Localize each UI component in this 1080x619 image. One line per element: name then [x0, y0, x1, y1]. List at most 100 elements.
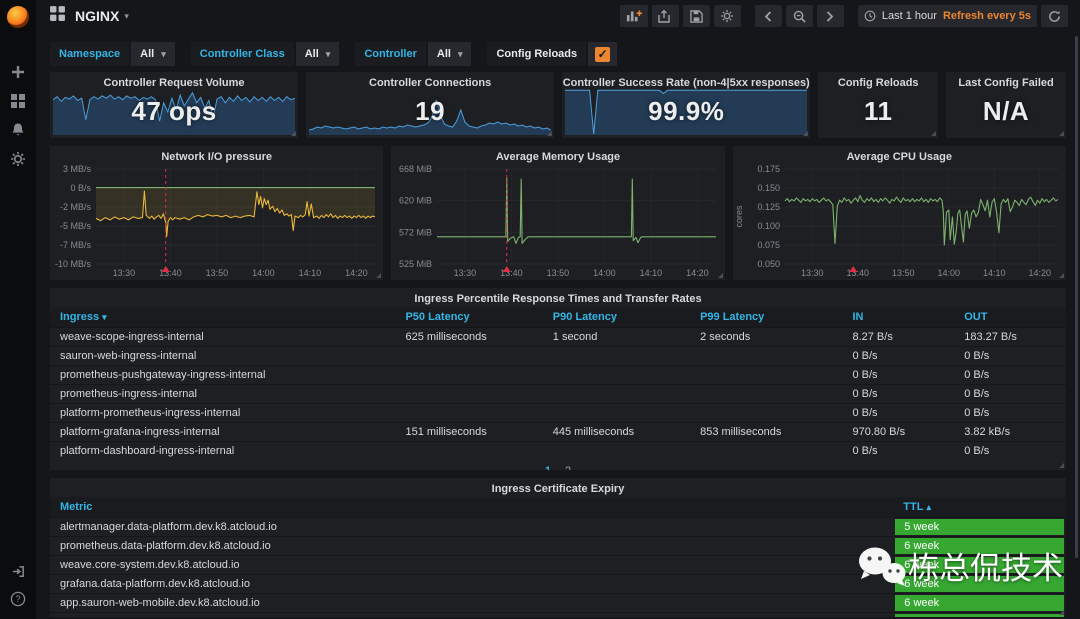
question-glyph: ?: [15, 594, 20, 604]
panel-average-memory-usage[interactable]: Average Memory Usage 13:3013:4013:5014:0…: [391, 146, 724, 280]
wechat-icon: [856, 544, 908, 588]
table-cell: 970.80 B/s: [842, 423, 954, 442]
time-back-button[interactable]: [755, 5, 782, 27]
panel-network-io-pressure[interactable]: Network I/O pressure 13:3013:4013:5014:0…: [50, 146, 383, 280]
table-cell: [690, 366, 842, 385]
dashboard-title[interactable]: NGINX: [75, 8, 119, 24]
panel-title[interactable]: Config Reloads: [818, 72, 938, 89]
add-panel-button[interactable]: [620, 5, 648, 27]
table-cell: prometheus-ingress-internal: [50, 385, 395, 404]
table1-row: Ingress Percentile Response Times and Tr…: [50, 288, 1066, 470]
column-header-p50[interactable]: P50 Latency: [395, 307, 542, 328]
ttl-badge: 6 week: [895, 614, 1064, 617]
table-cell: platform-prometheus-ingress-internal: [50, 404, 395, 423]
settings-gear-icon[interactable]: [10, 151, 26, 167]
refresh-button[interactable]: [1041, 5, 1068, 27]
table-cell: [690, 347, 842, 366]
panel-title[interactable]: Network I/O pressure: [50, 146, 383, 163]
save-dashboard-button[interactable]: [683, 5, 710, 27]
variable-controller-class[interactable]: Controller Class All▾: [191, 42, 340, 66]
svg-text:13:40: 13:40: [500, 268, 523, 278]
panel-title[interactable]: Controller Request Volume: [50, 72, 298, 89]
dashboard-grid-icon[interactable]: [49, 5, 66, 27]
zoom-out-button[interactable]: [786, 5, 813, 27]
panel-average-cpu-usage[interactable]: Average CPU Usage 13:3013:4013:5014:0014…: [733, 146, 1066, 280]
svg-text:14:10: 14:10: [299, 268, 322, 278]
column-header-p90[interactable]: P90 Latency: [543, 307, 690, 328]
column-header-metric[interactable]: Metric: [50, 497, 893, 518]
share-dashboard-button[interactable]: [652, 5, 679, 27]
svg-text:13:40: 13:40: [846, 268, 869, 278]
sign-in-icon[interactable]: [11, 564, 26, 579]
network-io-chart[interactable]: 13:3013:4013:5014:0014:1014:203 MB/s0 B/…: [50, 163, 383, 280]
page-scrollbar[interactable]: [1075, 36, 1078, 558]
variable-controller[interactable]: Controller All▾: [355, 42, 471, 66]
panel-title[interactable]: Last Config Failed: [946, 72, 1066, 89]
stat-value: 47 ops: [50, 96, 298, 127]
variable-controller-class-value[interactable]: All▾: [296, 42, 340, 66]
panel-title[interactable]: Controller Success Rate (non-4|5xx respo…: [562, 72, 810, 89]
page-1-button[interactable]: 1: [545, 465, 551, 470]
table-cell: 0 B/s: [842, 366, 954, 385]
table-cell: 0 B/s: [954, 404, 1066, 423]
panel-title[interactable]: Average Memory Usage: [391, 146, 724, 163]
table-cell: 0 B/s: [842, 442, 954, 461]
cpu-usage-chart[interactable]: 13:3013:4013:5014:0014:1014:200.1750.150…: [733, 163, 1066, 280]
panel-config-reloads[interactable]: Config Reloads 11: [818, 72, 938, 138]
caret-down-icon[interactable]: ▾: [124, 11, 129, 22]
table-cell: 0 B/s: [842, 385, 954, 404]
panel-title[interactable]: Ingress Certificate Expiry: [50, 478, 1066, 495]
panel-ingress-percentile-table[interactable]: Ingress Percentile Response Times and Tr…: [50, 288, 1066, 470]
time-range-picker[interactable]: Last 1 hour Refresh every 5s: [858, 5, 1037, 27]
table-cell: 0 B/s: [954, 366, 1066, 385]
table-cell: platform-dashboard-ingress-internal: [50, 442, 395, 461]
watermark: 栋总侃技术: [856, 543, 1063, 588]
variable-namespace[interactable]: Namespace All▾: [50, 42, 175, 66]
column-header-out[interactable]: OUT: [954, 307, 1066, 328]
svg-text:0.075: 0.075: [757, 240, 780, 250]
time-forward-button[interactable]: [817, 5, 844, 27]
variable-controller-class-label: Controller Class: [191, 42, 294, 66]
svg-text:620 MiB: 620 MiB: [399, 196, 432, 206]
dashboard-variables-row: Namespace All▾ Controller Class All▾ Con…: [36, 32, 1080, 68]
plus-icon[interactable]: [10, 64, 26, 80]
table-cell: [543, 347, 690, 366]
dashboard-settings-button[interactable]: [714, 5, 741, 27]
panel-title[interactable]: Controller Connections: [306, 72, 554, 89]
config-reloads-checkbox[interactable]: ✓: [588, 42, 617, 66]
panel-last-config-failed[interactable]: Last Config Failed N/A: [946, 72, 1066, 138]
variable-controller-value[interactable]: All▾: [428, 42, 472, 66]
table-cell: 8.27 B/s: [842, 328, 954, 347]
table-row: platform-grafana-ingress-internal151 mil…: [50, 423, 1066, 442]
column-header-p99[interactable]: P99 Latency: [690, 307, 842, 328]
table-cell: [543, 442, 690, 461]
svg-text:14:00: 14:00: [937, 268, 960, 278]
table-cell: [395, 347, 542, 366]
caret-down-icon: ▾: [161, 49, 166, 60]
svg-text:668 MiB: 668 MiB: [399, 164, 432, 174]
panel-controller-success-rate[interactable]: Controller Success Rate (non-4|5xx respo…: [562, 72, 810, 138]
grafana-logo[interactable]: [7, 6, 29, 28]
panel-title[interactable]: Average CPU Usage: [733, 146, 1066, 163]
panel-controller-connections[interactable]: Controller Connections 19: [306, 72, 554, 138]
svg-text:14:10: 14:10: [640, 268, 663, 278]
table-row: weave-scope-ingress-internal625 millisec…: [50, 328, 1066, 347]
table-cell: 0 B/s: [842, 347, 954, 366]
panel-controller-request-volume[interactable]: Controller Request Volume 47 ops: [50, 72, 298, 138]
table-cell: alertmanager.data-platform.dev.k8.atclou…: [50, 518, 893, 537]
alerting-bell-icon[interactable]: [10, 122, 26, 138]
column-header-ttl[interactable]: TTL▴: [893, 497, 1066, 518]
column-header-in[interactable]: IN: [842, 307, 954, 328]
variable-namespace-value[interactable]: All▾: [131, 42, 175, 66]
dashboards-icon[interactable]: [10, 93, 26, 109]
table-cell: platform-grafana-ingress-internal: [50, 423, 395, 442]
svg-text:14:10: 14:10: [983, 268, 1006, 278]
help-icon[interactable]: ?: [10, 591, 26, 607]
memory-usage-chart[interactable]: 13:3013:4013:5014:0014:1014:20668 MiB620…: [391, 163, 724, 280]
table-cell: weave-scope-ingress-internal: [50, 328, 395, 347]
panel-title[interactable]: Ingress Percentile Response Times and Tr…: [50, 288, 1066, 305]
table-cell: [690, 442, 842, 461]
column-header-ingress[interactable]: Ingress▾: [50, 307, 395, 328]
table-cell: 1 second: [543, 328, 690, 347]
page-2-button[interactable]: 2: [565, 465, 571, 470]
